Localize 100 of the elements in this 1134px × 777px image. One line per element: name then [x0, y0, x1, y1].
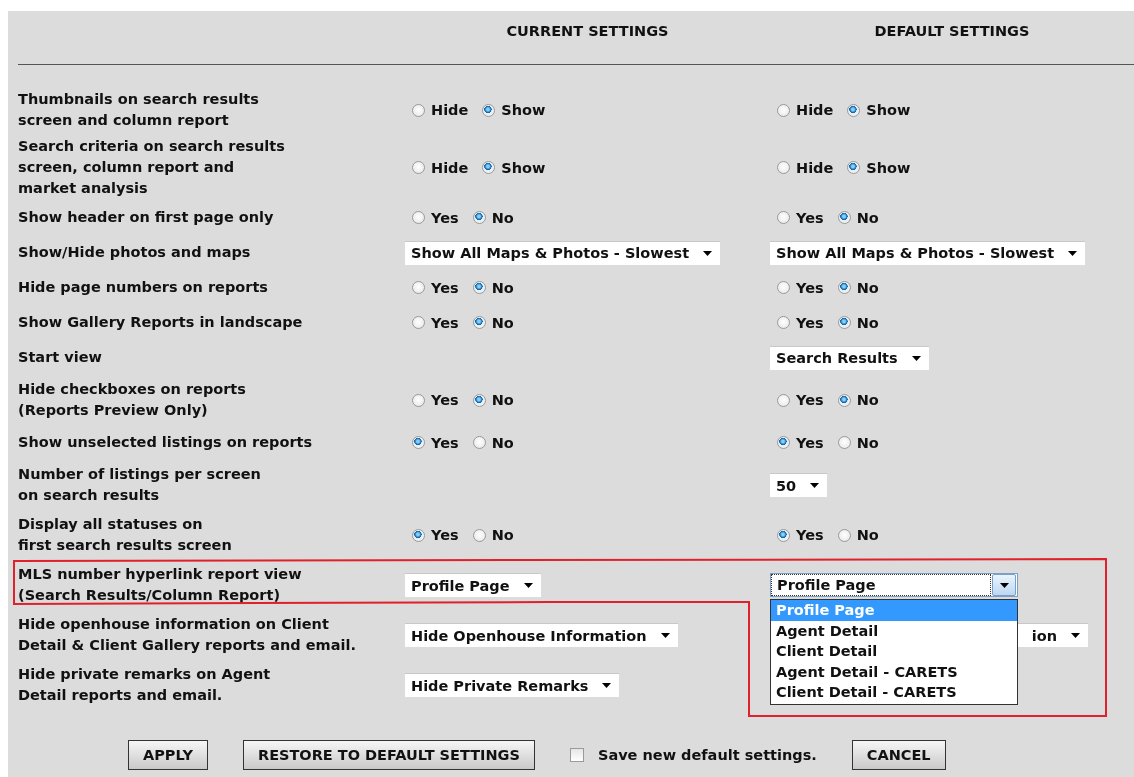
- radio-button[interactable]: [847, 103, 861, 117]
- option-label: No: [491, 434, 514, 451]
- option-label: No: [491, 392, 514, 408]
- option-label: Show: [866, 102, 911, 118]
- checkbox[interactable]: [569, 748, 584, 762]
- setting-label: Hide page numbers on reports: [18, 278, 269, 297]
- radio-button[interactable]: [777, 211, 790, 224]
- radio-button[interactable]: [777, 436, 790, 449]
- radio-button[interactable]: [412, 103, 425, 117]
- setting-label: Show unselected listings on reports: [18, 433, 314, 452]
- radio-button[interactable]: [847, 161, 861, 174]
- dropdown[interactable]: 50: [770, 473, 828, 497]
- caret-icon: [999, 582, 1009, 588]
- caret-icon: [1068, 250, 1078, 256]
- dropdown[interactable]: Hide Private Remarks: [405, 673, 620, 697]
- radio-button[interactable]: [412, 528, 425, 542]
- option-label: No: [491, 527, 514, 543]
- radio-button[interactable]: [412, 211, 425, 224]
- option-label: Yes: [431, 314, 459, 331]
- radio-button[interactable]: [777, 281, 790, 294]
- dropdown[interactable]: Show All Maps & Photos - Slowest: [770, 240, 1086, 265]
- radio-button[interactable]: [777, 316, 790, 329]
- option-label: No: [491, 279, 514, 296]
- radio-button[interactable]: [412, 436, 425, 449]
- setting-label: Display all statuses on first search results screen: [18, 515, 233, 555]
- option-label: Yes: [431, 527, 459, 543]
- option-label: Yes: [796, 527, 824, 543]
- action-button[interactable]: APPLY: [128, 740, 208, 770]
- option-label: No: [491, 209, 514, 226]
- option-label: Yes: [796, 434, 824, 451]
- radio-button[interactable]: [837, 436, 851, 449]
- radio-button[interactable]: [777, 528, 790, 542]
- radio-button[interactable]: [472, 393, 486, 407]
- radio-button[interactable]: [482, 103, 496, 117]
- setting-label: Hide openhouse information on Client Detail & Client Gallery reports and email.: [18, 615, 357, 655]
- radio-button[interactable]: [412, 281, 425, 294]
- option-label: No: [856, 314, 879, 331]
- option-label: No: [856, 392, 879, 408]
- dropdown[interactable]: Hide Openhouse Information: [405, 623, 678, 647]
- dropdown[interactable]: Profile Page: [770, 573, 1018, 597]
- radio-button[interactable]: [472, 528, 486, 542]
- radio-button[interactable]: [472, 316, 486, 329]
- column-header: DEFAULT SETTINGS: [874, 22, 1030, 39]
- option-label: No: [491, 314, 514, 331]
- caret-icon: [703, 250, 713, 256]
- caret-icon: [523, 583, 533, 588]
- caret-icon: [660, 633, 670, 638]
- radio-button[interactable]: [777, 393, 790, 407]
- option-label: Show: [501, 102, 546, 118]
- radio-button[interactable]: [837, 528, 851, 542]
- dropdown[interactable]: Profile Page: [405, 573, 541, 597]
- radio-button[interactable]: [472, 436, 486, 449]
- option-label: Hide: [431, 102, 469, 118]
- option-label: Hide: [796, 102, 834, 118]
- option-label: Show: [866, 159, 911, 176]
- radio-button[interactable]: [412, 161, 425, 174]
- option-label: Show: [501, 159, 546, 176]
- setting-label: Hide private remarks on Agent Detail reports and email.: [18, 665, 272, 705]
- radio-button[interactable]: [837, 281, 851, 294]
- option-label: Yes: [431, 392, 459, 408]
- setting-label: MLS number hyperlink report view (Search Results/Column Report): [18, 565, 303, 605]
- setting-label: Show/Hide photos and maps: [18, 243, 252, 262]
- option-label: Yes: [796, 209, 824, 226]
- checkbox-label: Save new default settings.: [597, 747, 817, 763]
- option-label: Hide: [431, 159, 469, 176]
- radio-button[interactable]: [837, 393, 851, 407]
- radio-button[interactable]: [837, 316, 851, 329]
- radio-button[interactable]: [472, 281, 486, 294]
- column-header: CURRENT SETTINGS: [506, 22, 669, 39]
- option-label: Yes: [796, 392, 824, 408]
- caret-icon: [1071, 633, 1080, 638]
- dropdown-button[interactable]: [992, 574, 1016, 596]
- radio-button[interactable]: [482, 161, 496, 174]
- option-label: Yes: [431, 209, 459, 226]
- setting-label: Number of listings per screen on search results: [18, 465, 262, 505]
- setting-label: Show Gallery Reports in landscape: [18, 313, 304, 332]
- setting-label: Show header on first page only: [18, 208, 275, 227]
- option-label: No: [856, 279, 879, 296]
- dropdown[interactable]: Search Results: [770, 345, 929, 370]
- action-button[interactable]: RESTORE TO DEFAULT SETTINGS: [242, 740, 535, 770]
- action-button[interactable]: CANCEL: [851, 740, 946, 770]
- radio-button[interactable]: [472, 211, 486, 224]
- radio-button[interactable]: [412, 316, 425, 329]
- option-label: No: [856, 209, 879, 226]
- option-label: No: [856, 434, 879, 451]
- radio-button[interactable]: [777, 103, 790, 117]
- caret-icon: [911, 355, 921, 361]
- setting-label: Search criteria on search results screen, column report and market analysis: [18, 137, 286, 198]
- radio-button[interactable]: [777, 161, 790, 174]
- option-label: Yes: [431, 434, 459, 451]
- option-label: Yes: [431, 279, 459, 296]
- setting-label: Thumbnails on search results screen and column report: [18, 90, 260, 130]
- dropdown[interactable]: Show All Maps & Photos - Slowest: [405, 240, 721, 265]
- caret-icon: [602, 683, 612, 688]
- option-label: Yes: [796, 279, 824, 296]
- option-label: Hide: [796, 159, 834, 176]
- option-label: No: [856, 527, 879, 543]
- radio-button[interactable]: [412, 393, 425, 407]
- radio-button[interactable]: [837, 211, 851, 224]
- option-label: Yes: [796, 314, 824, 331]
